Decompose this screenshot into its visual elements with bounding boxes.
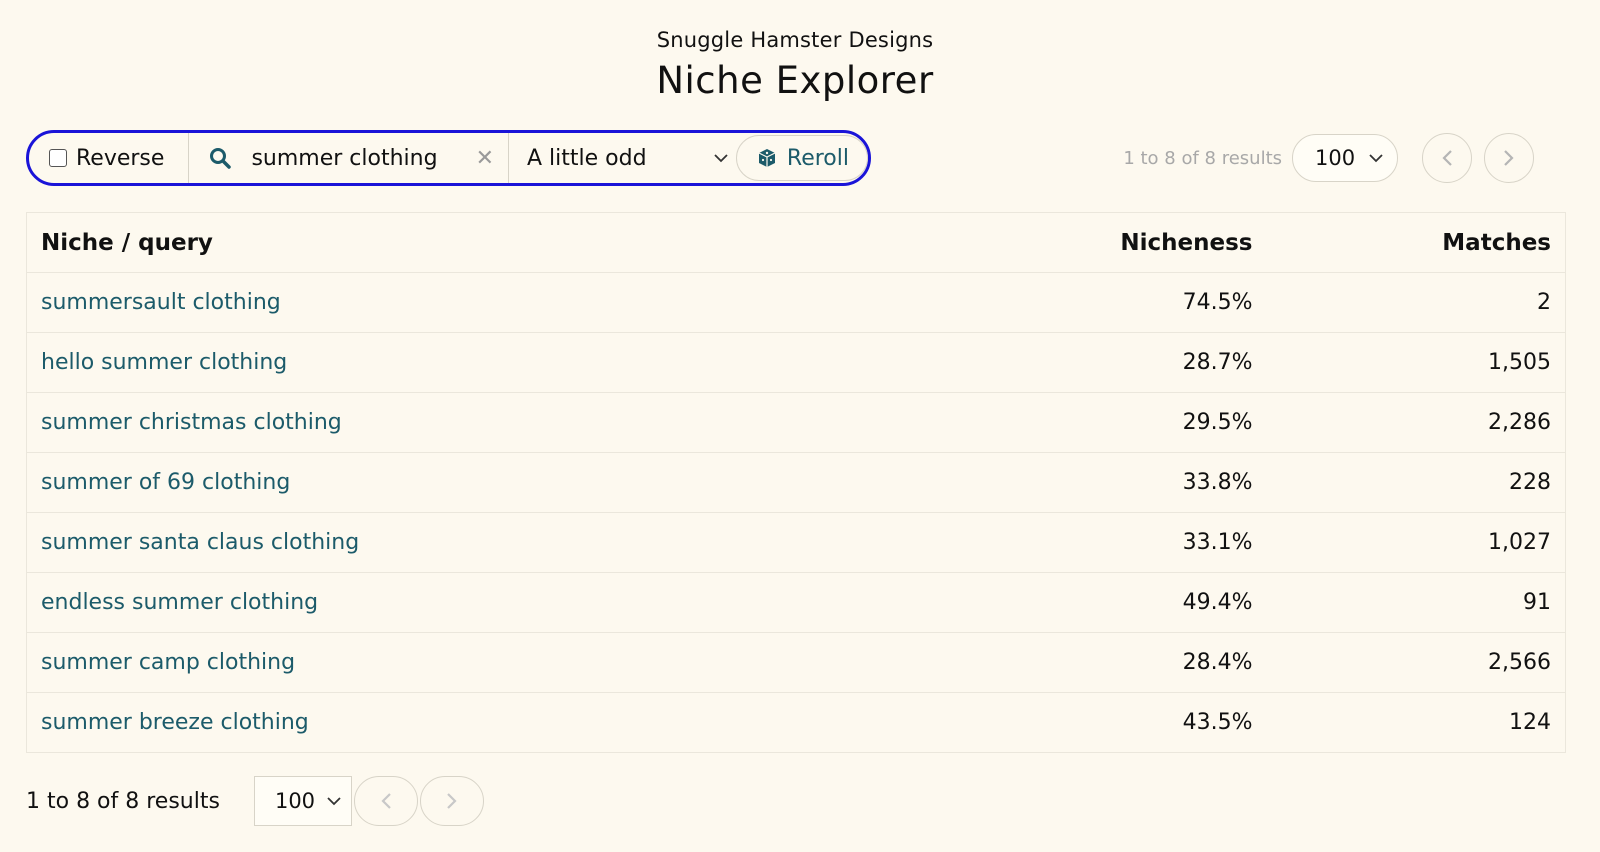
nicheness-cell: 49.4% (1026, 572, 1267, 633)
page-title: Niche Explorer (656, 59, 934, 102)
niche-link[interactable]: summer santa claus clothing (41, 530, 359, 555)
matches-cell: 1,505 (1266, 332, 1566, 393)
table-header-row: Niche / query Nicheness Matches (26, 212, 1566, 273)
column-header-niche[interactable]: Niche / query (26, 212, 1027, 273)
niche-cell: summer camp clothing (26, 632, 1027, 693)
niche-link[interactable]: summer christmas clothing (41, 410, 342, 435)
search-field: ✕ (189, 133, 510, 183)
niche-link[interactable]: summersault clothing (41, 290, 281, 315)
nicheness-cell: 43.5% (1026, 692, 1267, 753)
next-page-button[interactable] (1484, 133, 1534, 183)
nicheness-cell: 33.1% (1026, 512, 1267, 573)
niche-cell: summer breeze clothing (26, 692, 1027, 753)
clear-icon[interactable]: ✕ (476, 146, 494, 171)
table-row: summer christmas clothing 29.5% 2,286 (26, 392, 1566, 453)
nicheness-cell: 33.8% (1026, 452, 1267, 513)
matches-cell: 1,027 (1266, 512, 1566, 573)
niche-cell: summer christmas clothing (26, 392, 1027, 453)
page-size-value: 100 (1315, 146, 1356, 170)
chevron-right-icon (1504, 150, 1514, 166)
results-table: Niche / query Nicheness Matches summersa… (26, 212, 1566, 753)
niche-cell: summer of 69 clothing (26, 452, 1027, 513)
pagination-bottom: 1 to 8 of 8 results 100 (26, 776, 484, 826)
matches-cell: 2,566 (1266, 632, 1566, 693)
pagination-top: 1 to 8 of 8 results 100 (1123, 133, 1534, 183)
search-input[interactable] (249, 144, 476, 172)
chevron-left-icon (1442, 150, 1452, 166)
prev-page-button[interactable] (1422, 133, 1472, 183)
page-size-value: 100 (274, 789, 316, 813)
oddness-select[interactable]: A little odd (509, 133, 736, 183)
niche-cell: endless summer clothing (26, 572, 1027, 633)
table-row: summer camp clothing 28.4% 2,566 (26, 632, 1566, 693)
nicheness-cell: 28.4% (1026, 632, 1267, 693)
niche-link[interactable]: summer of 69 clothing (41, 470, 290, 495)
matches-cell: 2 (1266, 272, 1566, 333)
chevron-right-icon (447, 793, 457, 809)
search-toolbar: Reverse ✕ A little odd Reroll (26, 130, 871, 186)
niche-link[interactable]: summer breeze clothing (41, 710, 309, 735)
chevron-down-icon (327, 797, 341, 806)
matches-cell: 124 (1266, 692, 1566, 753)
reverse-toggle[interactable]: Reverse (29, 133, 190, 183)
page-size-select[interactable]: 100 (253, 776, 352, 826)
column-header-matches[interactable]: Matches (1266, 212, 1566, 273)
nicheness-cell: 29.5% (1026, 392, 1267, 453)
table-row: summer santa claus clothing 33.1% 1,027 (26, 512, 1566, 573)
chevron-down-icon (714, 154, 728, 163)
reroll-button[interactable]: Reroll (735, 135, 868, 181)
reroll-label: Reroll (786, 145, 849, 171)
column-header-nicheness[interactable]: Nicheness (1026, 212, 1267, 273)
table-row: summer breeze clothing 43.5% 124 (26, 692, 1566, 753)
niche-link[interactable]: hello summer clothing (41, 350, 287, 375)
table-row: summer of 69 clothing 33.8% 228 (26, 452, 1566, 513)
chevron-left-icon (381, 793, 391, 809)
chevron-down-icon (1369, 154, 1383, 163)
brand-name: Snuggle Hamster Designs (656, 28, 934, 52)
table-row: hello summer clothing 28.7% 1,505 (26, 332, 1566, 393)
niche-cell: summer santa claus clothing (26, 512, 1027, 573)
niche-cell: summersault clothing (26, 272, 1027, 333)
reverse-checkbox[interactable] (49, 149, 67, 167)
page-size-select[interactable]: 100 (1292, 134, 1398, 182)
table-row: summersault clothing 74.5% 2 (26, 272, 1566, 333)
oddness-select-value: A little odd (527, 145, 647, 171)
table-row: endless summer clothing 49.4% 91 (26, 572, 1566, 633)
niche-link[interactable]: summer camp clothing (41, 650, 295, 675)
matches-cell: 2,286 (1266, 392, 1566, 453)
results-count: 1 to 8 of 8 results (26, 788, 220, 814)
nicheness-cell: 28.7% (1026, 332, 1267, 393)
niche-cell: hello summer clothing (26, 332, 1027, 393)
search-icon (210, 148, 232, 169)
matches-cell: 91 (1266, 572, 1566, 633)
page-header: Snuggle Hamster Designs Niche Explorer (0, 26, 1590, 104)
next-page-button[interactable] (419, 776, 484, 826)
niche-link[interactable]: endless summer clothing (41, 590, 318, 615)
prev-page-button[interactable] (353, 776, 418, 826)
nicheness-cell: 74.5% (1026, 272, 1267, 333)
reverse-label: Reverse (76, 145, 165, 171)
dice-icon (758, 149, 776, 167)
results-count: 1 to 8 of 8 results (1123, 147, 1282, 169)
matches-cell: 228 (1266, 452, 1566, 513)
